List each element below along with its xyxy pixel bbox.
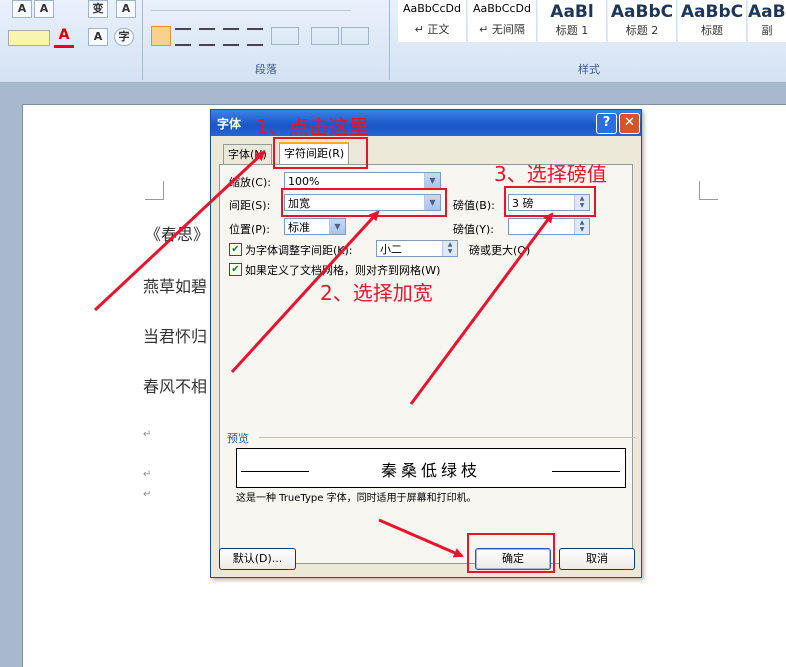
baidu-watermark-url: jingyan.baidu.com bbox=[610, 628, 703, 639]
arrow-to-ok bbox=[378, 518, 464, 558]
arrow-to-points bbox=[409, 212, 554, 405]
arrow-to-spacing bbox=[230, 210, 380, 374]
arrow-to-tab bbox=[93, 150, 266, 312]
annotation-arrows bbox=[93, 150, 554, 558]
baidu-watermark: Bai 经验 bbox=[600, 596, 683, 620]
